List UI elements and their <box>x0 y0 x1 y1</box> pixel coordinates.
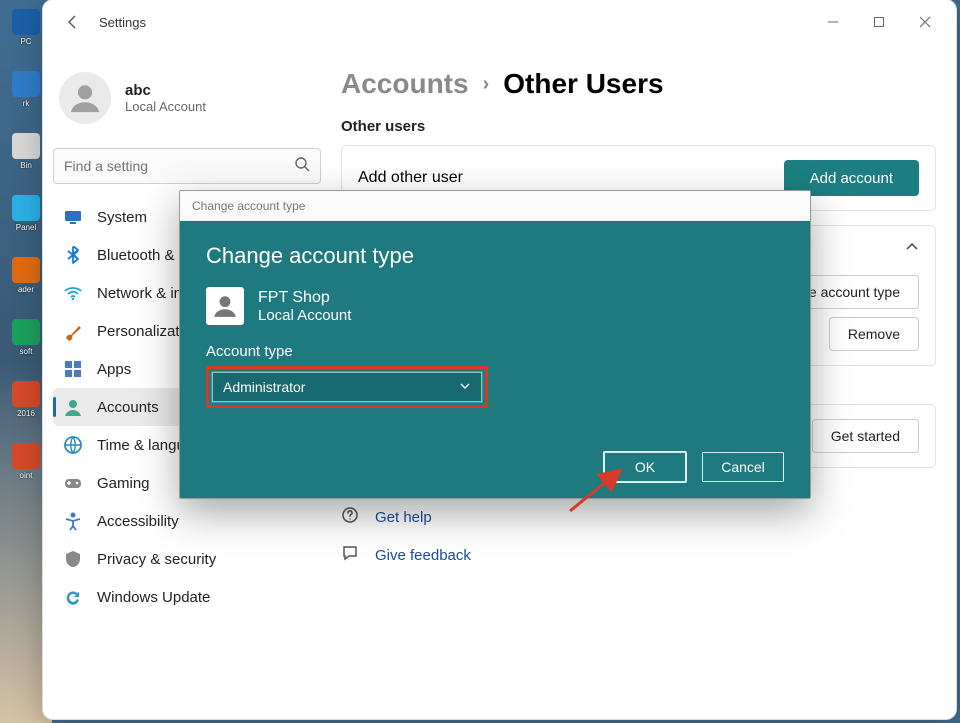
desktop-icon[interactable]: oint <box>9 440 43 480</box>
back-button[interactable] <box>57 6 89 38</box>
close-button[interactable] <box>902 6 948 38</box>
sidebar-item-label: System <box>97 209 147 226</box>
related-links: Get help Give feedback <box>341 498 936 574</box>
maximize-button[interactable] <box>856 6 902 38</box>
chevron-right-icon: › <box>483 73 490 96</box>
desktop-icon[interactable]: PC <box>9 6 43 46</box>
get-started-button[interactable]: Get started <box>812 419 919 453</box>
dialog-user-sub: Local Account <box>258 307 351 324</box>
dialog-titlebar: Change account type <box>180 191 810 221</box>
desktop-icon[interactable]: ader <box>9 254 43 294</box>
remove-button[interactable]: Remove <box>829 317 919 351</box>
brush-icon <box>63 321 83 341</box>
dialog-user-block: FPT Shop Local Account <box>206 287 784 325</box>
search-box[interactable] <box>53 148 321 184</box>
search-input[interactable] <box>64 158 294 174</box>
give-feedback-link[interactable]: Give feedback <box>341 536 936 574</box>
cancel-button[interactable]: Cancel <box>702 452 784 482</box>
minimize-button[interactable] <box>810 6 856 38</box>
account-type-label: Account type <box>206 343 784 360</box>
search-icon <box>294 156 310 177</box>
help-icon <box>341 506 361 528</box>
dialog-window-title: Change account type <box>192 199 305 213</box>
sidebar-item-label: Accounts <box>97 399 159 416</box>
sidebar-item-privacy[interactable]: Privacy & security <box>53 540 321 578</box>
accessibility-icon <box>63 511 83 531</box>
change-account-type-dialog: Change account type Change account type … <box>179 190 811 499</box>
breadcrumb: Accounts › Other Users <box>341 68 936 100</box>
dialog-heading: Change account type <box>206 243 784 269</box>
avatar <box>59 72 111 124</box>
dialog-user-name: FPT Shop <box>258 289 351 307</box>
apps-icon <box>63 359 83 379</box>
app-title: Settings <box>99 15 146 30</box>
profile-block[interactable]: abc Local Account <box>53 44 321 142</box>
sidebar-item-label: Privacy & security <box>97 551 216 568</box>
account-type-select[interactable]: Administrator <box>212 372 482 402</box>
highlight-box: Administrator <box>206 366 488 408</box>
desktop-icon[interactable]: 2016 <box>9 378 43 418</box>
breadcrumb-parent[interactable]: Accounts <box>341 68 469 100</box>
ok-button[interactable]: OK <box>604 452 686 482</box>
desktop-icon[interactable]: soft <box>9 316 43 356</box>
bluetooth-icon <box>63 245 83 265</box>
sidebar-item-label: Gaming <box>97 475 150 492</box>
desktop-icon[interactable]: rk <box>9 68 43 108</box>
wifi-icon <box>63 283 83 303</box>
desktop-icon[interactable]: Bin <box>9 130 43 170</box>
help-label: Get help <box>375 509 432 526</box>
breadcrumb-current: Other Users <box>503 68 663 100</box>
sidebar-item-update[interactable]: Windows Update <box>53 578 321 616</box>
desktop-icon[interactable]: Panel <box>9 192 43 232</box>
chevron-up-icon[interactable] <box>905 240 919 259</box>
gamepad-icon <box>63 473 83 493</box>
chevron-down-icon <box>459 379 471 395</box>
dialog-avatar-icon <box>206 287 244 325</box>
globe-icon <box>63 435 83 455</box>
get-help-link[interactable]: Get help <box>341 498 936 536</box>
shield-icon <box>63 549 83 569</box>
display-icon <box>63 207 83 227</box>
add-other-user-label: Add other user <box>358 169 463 187</box>
sidebar-item-label: Windows Update <box>97 589 210 606</box>
sidebar-item-accessibility[interactable]: Accessibility <box>53 502 321 540</box>
profile-name: abc <box>125 82 206 99</box>
person-icon <box>63 397 83 417</box>
feedback-label: Give feedback <box>375 547 471 564</box>
sidebar-item-label: Accessibility <box>97 513 179 530</box>
title-bar: Settings <box>43 0 956 44</box>
profile-subtitle: Local Account <box>125 99 206 114</box>
update-icon <box>63 587 83 607</box>
account-type-value: Administrator <box>223 379 305 395</box>
section-title: Other users <box>341 118 936 135</box>
sidebar-item-label: Apps <box>97 361 131 378</box>
feedback-icon <box>341 544 361 566</box>
